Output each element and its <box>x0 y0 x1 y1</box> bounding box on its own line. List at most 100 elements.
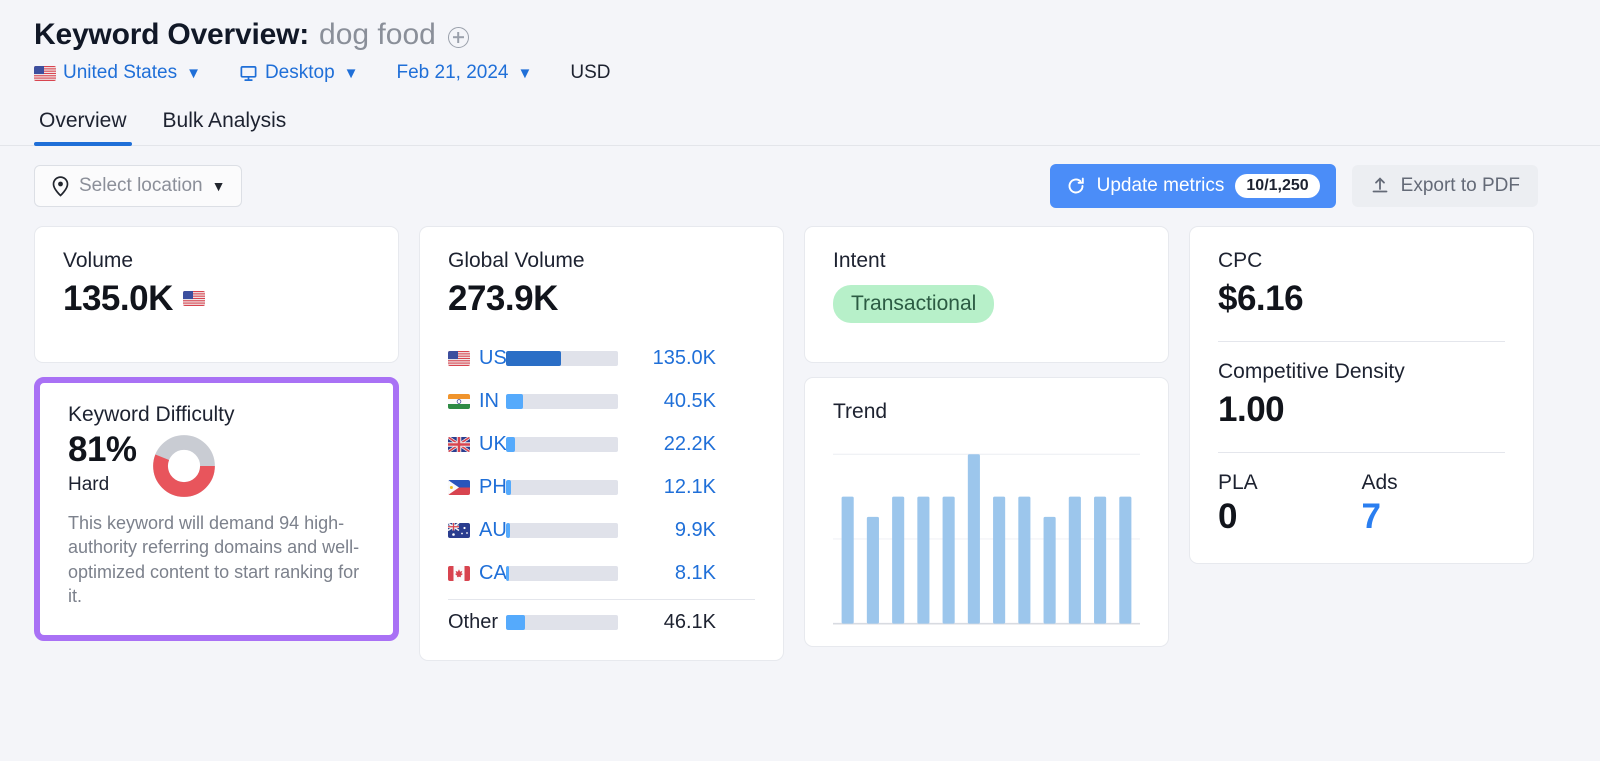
country-code-cell: UK <box>448 433 506 456</box>
intent-card: Intent Transactional <box>804 226 1169 363</box>
trend-bar <box>917 497 929 624</box>
global-volume-label: Global Volume <box>448 249 755 273</box>
competitive-density-value: 1.00 <box>1218 388 1505 432</box>
filter-device[interactable]: Desktop ▼ <box>239 62 359 84</box>
keyword-difficulty-rating: Hard <box>68 474 137 496</box>
column-volume-kd: Volume 135.0K Keyword Difficulty <box>34 226 399 641</box>
cpc-value: $6.16 <box>1218 277 1505 321</box>
trend-bar <box>1018 497 1030 624</box>
volume-bar-fill <box>506 437 515 452</box>
competitive-density-label: Competitive Density <box>1218 360 1505 384</box>
update-quota-badge: 10/1,250 <box>1235 174 1319 198</box>
column-intent-trend: Intent Transactional Trend <box>804 226 1169 647</box>
divider <box>1218 452 1505 453</box>
pla-value: 0 <box>1218 497 1362 537</box>
refresh-icon <box>1066 176 1086 196</box>
filter-country-label: United States <box>63 62 177 84</box>
global-volume-row[interactable]: UK22.2K <box>448 423 755 466</box>
volume-bar-fill <box>506 615 525 630</box>
export-pdf-button[interactable]: Export to PDF <box>1352 165 1538 207</box>
country-code-cell: CA <box>448 562 506 585</box>
trend-bar <box>1044 517 1056 624</box>
global-volume-row[interactable]: US135.0K <box>448 337 755 380</box>
global-volume-row[interactable]: AU9.9K <box>448 509 755 552</box>
chevron-down-icon: ▼ <box>517 65 532 82</box>
volume-bar-fill <box>506 394 523 409</box>
update-metrics-button[interactable]: Update metrics 10/1,250 <box>1050 164 1336 208</box>
trend-bar <box>867 517 879 624</box>
select-location-dropdown[interactable]: Select location ▼ <box>34 165 242 207</box>
keyword-difficulty-card: Keyword Difficulty 81% Hard <box>34 377 399 641</box>
global-volume-other-row: Other 46.1K <box>448 600 755 646</box>
country-code-cell: PH <box>448 476 506 499</box>
tab-overview[interactable]: Overview <box>34 109 132 145</box>
country-code-label: IN <box>479 390 499 413</box>
column-global-volume: Global Volume 273.9K US135.0KIN40.5KUK22… <box>419 226 784 661</box>
keyword-difficulty-donut-chart <box>153 435 215 497</box>
plus-circle-icon[interactable] <box>448 27 469 48</box>
volume-value-row: 135.0K <box>63 277 370 321</box>
metrics-grid: Volume 135.0K Keyword Difficulty <box>0 208 1600 661</box>
keyword-difficulty-label: Keyword Difficulty <box>68 403 365 427</box>
volume-bar-track <box>506 351 618 366</box>
us-flag-icon <box>183 291 205 306</box>
cpc-metrics-card: CPC $6.16 Competitive Density 1.00 PLA 0… <box>1189 226 1534 564</box>
filter-currency: USD <box>570 62 610 84</box>
country-code-cell: Other <box>448 611 506 634</box>
column-cpc-metrics: CPC $6.16 Competitive Density 1.00 PLA 0… <box>1189 226 1534 564</box>
ads-block: Ads 7 <box>1362 471 1506 537</box>
country-volume-value: 135.0K <box>636 347 716 370</box>
divider <box>1218 341 1505 342</box>
trend-bar <box>892 497 904 624</box>
uk-flag-icon <box>448 437 470 452</box>
chevron-down-icon: ▼ <box>186 65 201 82</box>
volume-bar-track <box>506 523 618 538</box>
cpc-label: CPC <box>1218 249 1505 273</box>
monitor-icon <box>239 64 258 83</box>
us-flag-icon <box>34 66 56 81</box>
filter-country[interactable]: United States ▼ <box>34 62 201 84</box>
filter-bar: United States ▼ Desktop ▼ Feb 21, 2024 ▼… <box>0 52 1600 84</box>
toolbar-actions: Update metrics 10/1,250 Export to PDF <box>1050 164 1538 208</box>
country-volume-value: 40.5K <box>636 390 716 413</box>
global-volume-country-list: US135.0K IN 40.5K UK22.2KPH12.1KAU9.9KCA8.1… <box>448 337 755 646</box>
country-code-label: UK <box>479 433 507 456</box>
trend-bar <box>968 454 980 623</box>
filter-device-label: Desktop <box>265 62 335 84</box>
au-flag-icon <box>448 523 470 538</box>
trend-bar <box>993 497 1005 624</box>
country-code-label: Other <box>448 611 498 634</box>
trend-bar <box>943 497 955 624</box>
volume-bar-track <box>506 480 618 495</box>
global-volume-row[interactable]: PH12.1K <box>448 466 755 509</box>
keyword-difficulty-value: 81% <box>68 431 137 470</box>
country-volume-value: 9.9K <box>636 519 716 542</box>
trend-bar <box>1119 497 1131 624</box>
page-title-keyword: dog food <box>319 18 436 52</box>
global-volume-row[interactable]: CA8.1K <box>448 552 755 595</box>
country-volume-value: 46.1K <box>636 611 716 634</box>
page-title-prefix: Keyword Overview: <box>34 18 309 52</box>
pla-block: PLA 0 <box>1218 471 1362 537</box>
map-pin-icon <box>51 175 70 197</box>
upload-icon <box>1370 176 1390 196</box>
chevron-down-icon: ▼ <box>212 178 226 194</box>
pla-ads-row: PLA 0 Ads 7 <box>1218 471 1505 537</box>
pla-label: PLA <box>1218 471 1362 495</box>
ads-label: Ads <box>1362 471 1506 495</box>
global-volume-row[interactable]: IN 40.5K <box>448 380 755 423</box>
select-location-label: Select location <box>79 175 203 197</box>
volume-bar-fill <box>506 523 510 538</box>
update-metrics-label: Update metrics <box>1097 175 1225 197</box>
volume-bar-fill <box>506 351 561 366</box>
global-volume-card: Global Volume 273.9K US135.0KIN40.5KUK22… <box>419 226 784 661</box>
country-code-label: CA <box>479 562 507 585</box>
tab-bulk-analysis[interactable]: Bulk Analysis <box>158 109 292 145</box>
trend-bar-chart <box>833 450 1140 630</box>
filter-date[interactable]: Feb 21, 2024 ▼ <box>397 62 533 84</box>
export-pdf-label: Export to PDF <box>1401 175 1520 197</box>
us-flag-icon <box>448 351 470 366</box>
filter-date-label: Feb 21, 2024 <box>397 62 509 84</box>
ph-flag-icon <box>448 480 470 495</box>
ads-value[interactable]: 7 <box>1362 497 1506 537</box>
